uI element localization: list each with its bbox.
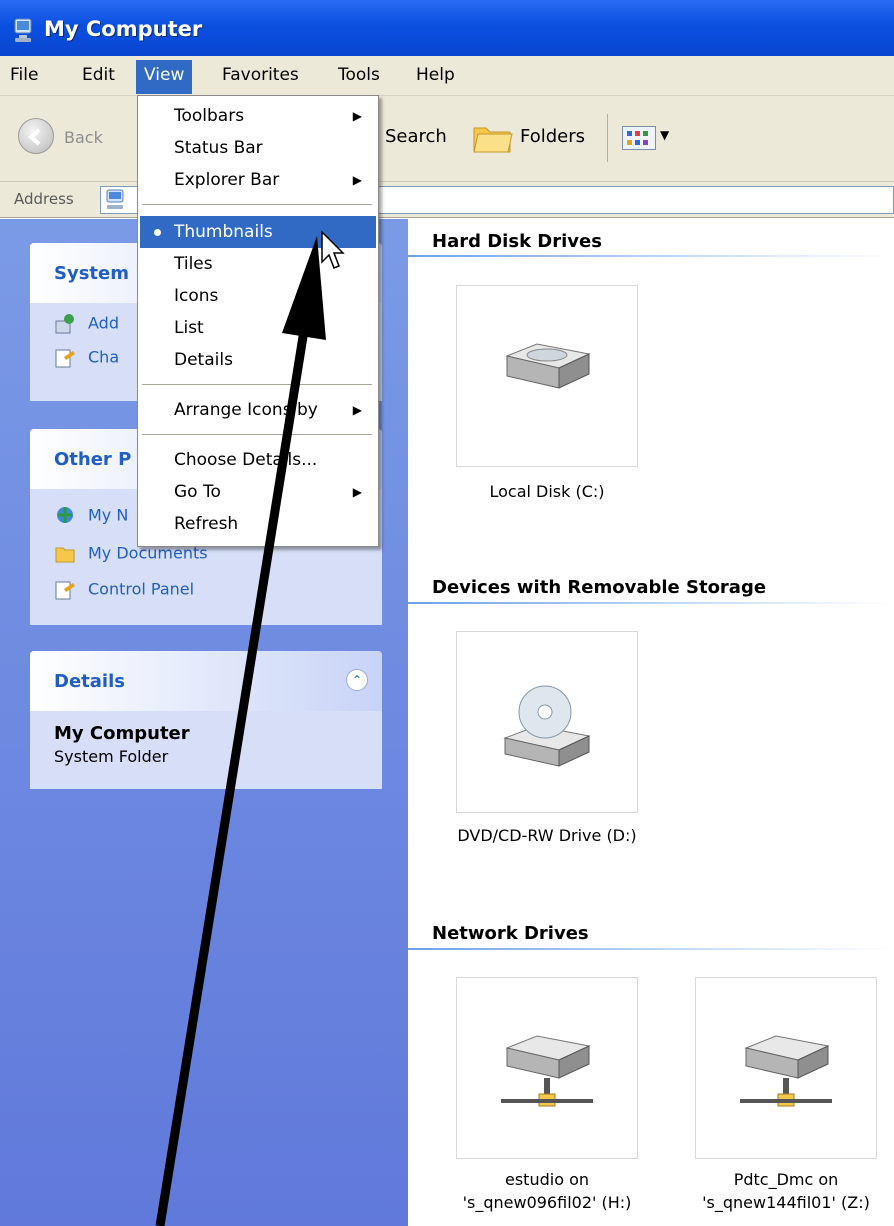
address-label: Address bbox=[14, 190, 74, 208]
folder-icon bbox=[55, 547, 75, 563]
add-remove-programs-icon bbox=[55, 314, 74, 334]
back-button[interactable] bbox=[18, 118, 54, 154]
menu-item-label: Details bbox=[174, 350, 233, 370]
title-bar: My Computer bbox=[0, 0, 894, 56]
dvd-drive-thumbnail[interactable] bbox=[456, 631, 638, 813]
add-link-label: Add bbox=[88, 313, 119, 333]
menu-item-label: List bbox=[174, 318, 204, 338]
control-panel-label: Control Panel bbox=[88, 579, 195, 599]
menu-item-go-to[interactable]: Go To ▶ bbox=[140, 476, 376, 508]
menu-item-status-bar[interactable]: Status Bar bbox=[140, 132, 376, 164]
back-arrow-icon bbox=[27, 128, 41, 146]
submenu-arrow-icon: ▶ bbox=[352, 109, 362, 123]
folders-icon[interactable] bbox=[472, 120, 514, 156]
network-drive-z-share[interactable]: 's_qnew144fil01' (Z:) bbox=[666, 1192, 894, 1214]
menu-separator bbox=[142, 204, 372, 206]
details-header[interactable]: Details ⌃ bbox=[30, 651, 382, 711]
control-panel-icon bbox=[55, 581, 75, 600]
my-network-label: My N bbox=[88, 505, 129, 525]
menu-view[interactable]: View bbox=[136, 60, 193, 94]
add-remove-programs-link[interactable]: Add bbox=[54, 313, 119, 335]
network-drive-icon bbox=[501, 1035, 593, 1107]
dvd-drive-label[interactable]: DVD/CD-RW Drive (D:) bbox=[427, 825, 667, 847]
menu-item-label: Icons bbox=[174, 286, 219, 306]
menu-item-label: Toolbars bbox=[174, 106, 245, 126]
menu-item-label: Choose Details... bbox=[174, 450, 318, 470]
network-drive-h-name[interactable]: estudio on bbox=[427, 1169, 667, 1191]
change-link-label: Cha bbox=[88, 347, 120, 367]
computer-icon bbox=[14, 18, 32, 42]
network-drive-h-thumbnail[interactable] bbox=[456, 977, 638, 1159]
menu-separator bbox=[142, 434, 372, 436]
address-bar: Address bbox=[0, 182, 894, 218]
menu-item-toolbars[interactable]: Toolbars ▶ bbox=[140, 100, 376, 132]
menu-item-refresh[interactable]: Refresh bbox=[140, 508, 376, 540]
menu-item-label: Tiles bbox=[174, 254, 213, 274]
back-label[interactable]: Back bbox=[64, 128, 103, 147]
group-divider bbox=[408, 602, 894, 604]
menu-help[interactable]: Help bbox=[416, 65, 455, 85]
details-panel: Details ⌃ My Computer System Folder bbox=[30, 651, 382, 789]
group-title-removable: Devices with Removable Storage bbox=[432, 577, 767, 598]
group-divider bbox=[408, 255, 894, 257]
network-drive-z-thumbnail[interactable] bbox=[695, 977, 877, 1159]
window-title: My Computer bbox=[44, 17, 203, 41]
group-divider bbox=[408, 948, 894, 950]
group-title-hard-disk: Hard Disk Drives bbox=[432, 231, 602, 252]
computer-icon bbox=[106, 189, 124, 209]
group-title-network: Network Drives bbox=[432, 923, 589, 944]
menu-file[interactable]: File bbox=[10, 65, 38, 85]
views-dropdown-arrow-icon[interactable]: ▼ bbox=[660, 128, 669, 142]
network-places-icon bbox=[57, 507, 73, 523]
radio-bullet-icon bbox=[154, 229, 161, 236]
view-menu-dropdown: Toolbars ▶ Status Bar Explorer Bar ▶ Thu… bbox=[137, 95, 379, 547]
details-item-name: My Computer bbox=[54, 723, 190, 744]
submenu-arrow-icon: ▶ bbox=[352, 403, 362, 417]
menu-item-label: Thumbnails bbox=[174, 222, 273, 242]
content-area: Hard Disk Drives Local Disk (C:) Devices… bbox=[408, 219, 894, 1226]
details-title: Details bbox=[54, 671, 125, 692]
system-tasks-title: System bbox=[54, 263, 129, 284]
menu-item-label: Go To bbox=[174, 482, 221, 502]
change-setting-link[interactable]: Cha bbox=[54, 347, 119, 369]
menu-item-thumbnails[interactable]: Thumbnails bbox=[140, 216, 376, 248]
dvd-drive-icon bbox=[503, 685, 591, 767]
menu-item-label: Explorer Bar bbox=[174, 170, 280, 190]
collapse-chevron-icon[interactable]: ⌃ bbox=[346, 669, 368, 691]
menu-item-icons[interactable]: Icons bbox=[140, 280, 376, 312]
menu-separator bbox=[142, 384, 372, 386]
menu-item-explorer-bar[interactable]: Explorer Bar ▶ bbox=[140, 164, 376, 196]
menu-tools[interactable]: Tools bbox=[338, 65, 380, 85]
folders-button[interactable]: Folders bbox=[520, 126, 585, 147]
local-disk-label[interactable]: Local Disk (C:) bbox=[427, 481, 667, 503]
submenu-arrow-icon: ▶ bbox=[352, 173, 362, 187]
submenu-arrow-icon: ▶ bbox=[352, 485, 362, 499]
views-icon[interactable] bbox=[622, 126, 656, 150]
menu-item-choose-details[interactable]: Choose Details... bbox=[140, 444, 376, 476]
menu-favorites[interactable]: Favorites bbox=[222, 65, 299, 85]
control-panel-link[interactable]: Control Panel bbox=[54, 579, 194, 601]
control-panel-icon bbox=[55, 349, 75, 368]
menu-item-label: Refresh bbox=[174, 514, 239, 534]
network-drive-h-share[interactable]: 's_qnew096fil02' (H:) bbox=[427, 1192, 667, 1214]
network-drive-z-name[interactable]: Pdtc_Dmc on bbox=[666, 1169, 894, 1191]
toolbar-separator bbox=[607, 114, 608, 162]
details-item-type: System Folder bbox=[54, 747, 169, 766]
menu-item-label: Arrange Icons by bbox=[174, 400, 318, 420]
toolbar: Back Search Folders ▼ bbox=[0, 96, 894, 182]
other-places-title: Other P bbox=[54, 449, 132, 470]
menu-bar: File Edit View Favorites Tools Help bbox=[0, 56, 894, 96]
search-button[interactable]: Search bbox=[385, 126, 447, 147]
menu-edit[interactable]: Edit bbox=[82, 65, 115, 85]
my-network-places-link[interactable]: My N bbox=[54, 505, 128, 527]
menu-item-label: Status Bar bbox=[174, 138, 263, 158]
menu-item-arrange-icons-by[interactable]: Arrange Icons by ▶ bbox=[140, 394, 376, 426]
menu-item-tiles[interactable]: Tiles bbox=[140, 248, 376, 280]
local-disk-thumbnail[interactable] bbox=[456, 285, 638, 467]
menu-item-details[interactable]: Details bbox=[140, 344, 376, 376]
hard-disk-icon bbox=[505, 343, 591, 389]
network-drive-icon bbox=[740, 1035, 832, 1107]
menu-item-list[interactable]: List bbox=[140, 312, 376, 344]
